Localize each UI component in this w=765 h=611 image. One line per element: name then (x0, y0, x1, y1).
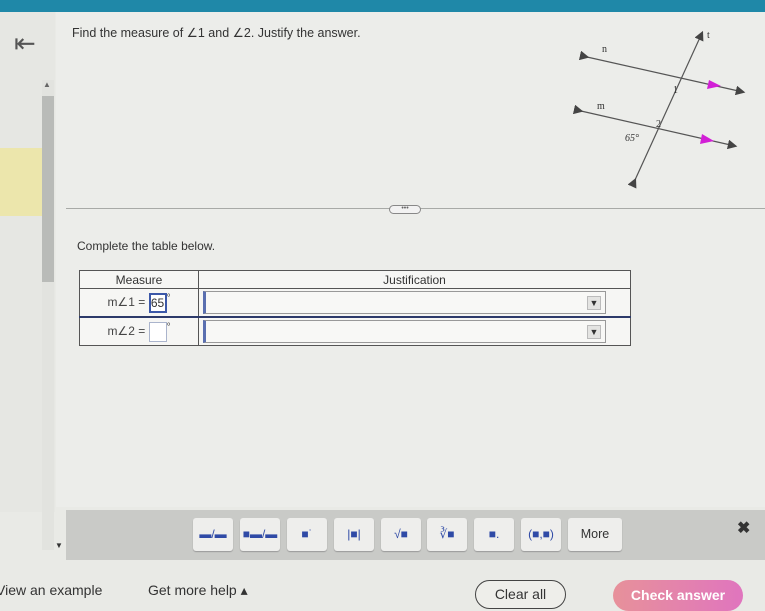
label-angle-2: 2 (656, 119, 661, 130)
question-suffix: . Justify the answer. (250, 26, 361, 40)
question-prefix: Find the measure of (72, 26, 187, 40)
highlight-block (0, 148, 42, 216)
top-bar (0, 0, 765, 12)
expand-dots-button[interactable]: ••• (389, 205, 421, 214)
nth-root-button[interactable]: ∛■ (427, 518, 467, 551)
square-root-button[interactable]: √■ (381, 518, 421, 551)
close-icon[interactable]: ✖ (737, 518, 750, 538)
justification-dropdown-angle-1[interactable]: ▼ (203, 291, 606, 314)
question-middle: and (204, 26, 233, 40)
parallel-mark-n (707, 80, 721, 89)
measure-label: m∠2 = (107, 323, 146, 338)
parallel-lines-diagram: t n m 1 2 65° (572, 30, 746, 189)
clear-all-button[interactable]: Clear all (475, 580, 566, 609)
table-header-row: Measure Justification (79, 270, 631, 289)
degree-symbol: ° (166, 292, 171, 304)
math-toolbar: ▬/▬ ■▬/▬ ■˙ |■| √■ ∛■ ■. (■,■) More ✖ (66, 510, 765, 560)
scrollbar-thumb[interactable] (42, 96, 54, 282)
scroll-down-icon[interactable]: ▼ (55, 541, 65, 551)
angle-1-input[interactable]: 65 (148, 292, 167, 313)
exponent-button[interactable]: ■˙ (287, 518, 327, 551)
table-row: m∠2 = ° ▼ (79, 316, 631, 346)
header-justification: Justification (198, 270, 631, 289)
label-given-angle: 65° (625, 133, 639, 144)
table-row: m∠1 = 65 ° ▼ (79, 288, 631, 318)
label-t: t (707, 30, 710, 41)
line-n (578, 50, 746, 96)
subscript-button[interactable]: ■. (474, 518, 514, 551)
label-m: m (597, 101, 605, 112)
degree-symbol: ° (166, 321, 171, 333)
angle-2-input[interactable] (148, 321, 167, 342)
label-angle-1: 1 (673, 85, 678, 96)
dropdown-arrow-icon[interactable]: ▼ (587, 296, 601, 310)
justification-cell-angle-2: ▼ (198, 316, 631, 346)
more-tools-button[interactable]: More (568, 518, 622, 551)
answer-table: Measure Justification m∠1 = 65 ° ▼ m∠2 = … (79, 270, 631, 346)
measure-cell-angle-2: m∠2 = ° (79, 316, 199, 346)
parallel-mark-m (700, 134, 714, 144)
angle-1-symbol: ∠1 (186, 26, 205, 40)
footer-bar: View an example Get more help ▴ Clear al… (0, 566, 765, 611)
justification-cell-angle-1: ▼ (198, 288, 631, 318)
ordered-pair-button[interactable]: (■,■) (521, 518, 561, 551)
justification-dropdown-angle-2[interactable]: ▼ (203, 320, 606, 343)
measure-label: m∠1 = (107, 294, 146, 309)
view-example-link[interactable]: View an example (0, 582, 102, 598)
get-more-help-link[interactable]: Get more help ▴ (148, 582, 248, 599)
absolute-value-button[interactable]: |■| (334, 518, 374, 551)
scroll-up-icon[interactable]: ▲ (40, 80, 54, 92)
dropdown-arrow-icon[interactable]: ▼ (587, 325, 601, 339)
mixed-number-button[interactable]: ■▬/▬ (240, 518, 280, 551)
instructions-text: Complete the table below. (77, 239, 216, 253)
question-text: Find the measure of ∠1 and ∠2. Justify t… (72, 25, 361, 40)
check-answer-button[interactable]: Check answer (613, 580, 743, 611)
first-page-arrow-icon[interactable]: ⇤ (14, 28, 44, 58)
header-measure: Measure (79, 270, 199, 289)
fraction-button[interactable]: ▬/▬ (193, 518, 233, 551)
measure-cell-angle-1: m∠1 = 65 ° (79, 288, 199, 318)
label-n: n (602, 44, 607, 55)
line-t (627, 30, 704, 189)
angle-2-symbol: ∠2 (232, 26, 251, 40)
